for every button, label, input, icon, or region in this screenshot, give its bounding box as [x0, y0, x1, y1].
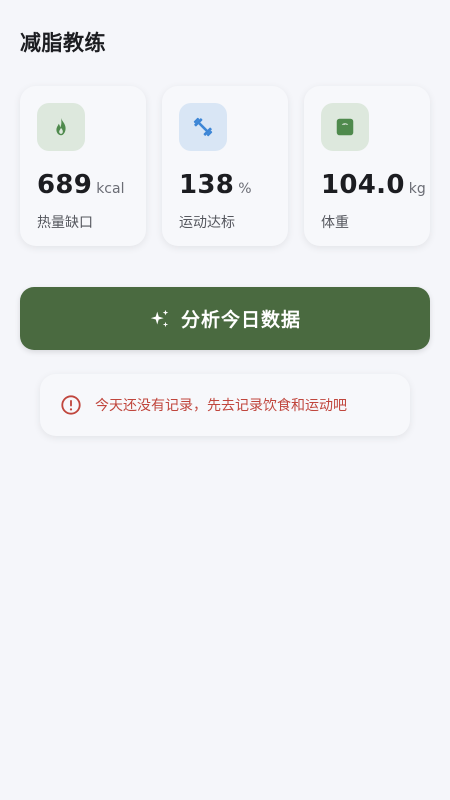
stat-label: 体重 — [321, 215, 349, 231]
alert-circle-icon — [60, 394, 82, 416]
stat-unit: % — [238, 181, 252, 197]
stat-label: 运动达标 — [179, 215, 235, 231]
stat-value: 689 — [37, 170, 93, 200]
analyze-today-button[interactable]: 分析今日数据 — [20, 287, 430, 350]
dumbbell-icon — [179, 103, 227, 151]
stat-unit: kg — [408, 181, 426, 197]
analyze-button-label: 分析今日数据 — [180, 309, 301, 331]
empty-record-notice: 今天还没有记录，先去记录饮食和运动吧 — [40, 374, 410, 436]
stat-value: 138 — [179, 170, 235, 200]
stat-value: 104.0 — [321, 170, 405, 200]
stat-label: 热量缺口 — [37, 215, 93, 231]
stat-card-calorie-deficit[interactable]: 689 kcal 热量缺口 — [20, 86, 146, 246]
scale-icon — [321, 103, 369, 151]
stat-unit: kcal — [96, 181, 125, 197]
stat-card-exercise-goal[interactable]: 138% 运动达标 — [162, 86, 288, 246]
stat-card-weight[interactable]: 104.0 kg 体重 — [304, 86, 430, 246]
sparkle-icon — [149, 308, 171, 330]
notice-text: 今天还没有记录，先去记录饮食和运动吧 — [95, 398, 347, 414]
stats-row: 689 kcal 热量缺口 138% 运动达标 104.0 kg 体重 — [20, 86, 430, 246]
page-title: 减脂教练 — [20, 31, 106, 55]
flame-icon — [37, 103, 85, 151]
